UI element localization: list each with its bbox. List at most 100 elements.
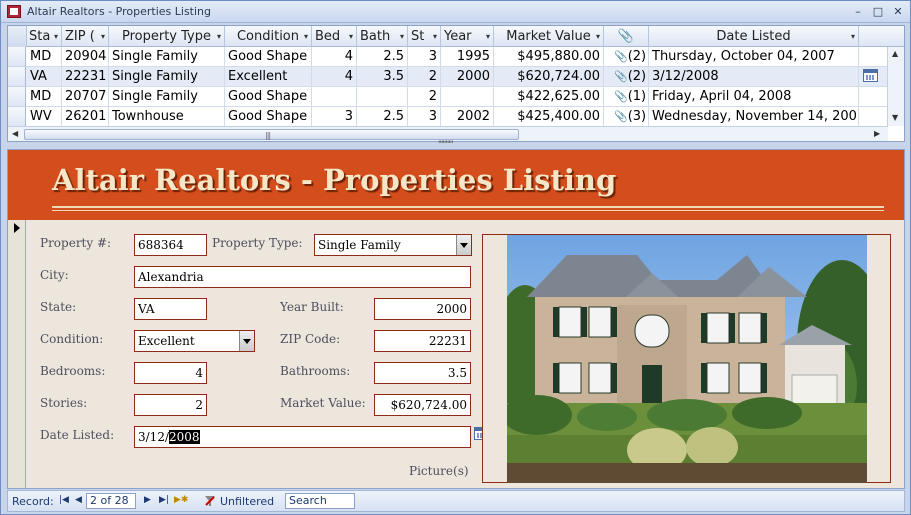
table-cell-st[interactable]: 2 (408, 67, 441, 87)
table-cell-bath[interactable]: 2.5 (357, 107, 408, 127)
table-cell-attach[interactable]: 📎(1) (604, 87, 649, 107)
column-header-bed[interactable]: Bed ▾ (312, 26, 357, 47)
first-record-button[interactable]: |◀ (59, 495, 69, 505)
column-header-bath[interactable]: Bath ▾ (357, 26, 408, 47)
table-cell-type[interactable]: Single Family (109, 67, 225, 87)
year-built-field[interactable]: 2000 (374, 298, 471, 320)
table-cell-type[interactable]: Single Family (109, 87, 225, 107)
table-cell-bed[interactable]: 4 (312, 47, 357, 67)
table-cell-value[interactable]: $422,625.00 (494, 87, 604, 107)
table-cell-year[interactable]: 1995 (441, 47, 494, 67)
table-row[interactable]: MD 20707 Single Family Good Shape 2 $422,625.… (8, 87, 888, 107)
property-num-field[interactable]: 688364 (134, 234, 207, 256)
table-cell-year[interactable] (441, 87, 494, 107)
minimize-button[interactable]: – (850, 4, 866, 20)
table-row[interactable]: VA 22231 Single Family Excellent 4 3.5 2 2000 $6… (8, 67, 888, 87)
table-cell-condition[interactable]: Good Shape (225, 107, 312, 127)
column-header-market-value[interactable]: Market Value ▾ (494, 26, 604, 47)
table-cell-bath[interactable]: 3.5 (357, 67, 408, 87)
table-cell-condition[interactable]: Good Shape (225, 47, 312, 67)
table-cell-attach[interactable]: 📎(3) (604, 107, 649, 127)
table-cell-bed[interactable]: 4 (312, 67, 357, 87)
table-cell-condition[interactable]: Good Shape (225, 87, 312, 107)
scroll-up-arrow-icon[interactable]: ▲ (892, 49, 898, 58)
scroll-down-arrow-icon[interactable]: ▼ (892, 113, 898, 122)
scroll-left-arrow-icon[interactable]: ◀ (12, 129, 18, 138)
table-cell-zip[interactable]: 26201 (62, 107, 109, 127)
column-header-date-listed[interactable]: Date Listed ▾ (649, 26, 859, 47)
table-cell-attach[interactable]: 📎(2) (604, 47, 649, 67)
table-row[interactable]: MD 20904 Single Family Good Shape 4 2.5 3 1995 $… (8, 47, 888, 67)
column-header-condition[interactable]: Condition ▾ (225, 26, 312, 47)
table-cell-value[interactable]: $620,724.00 (494, 67, 604, 87)
state-field[interactable]: VA (134, 298, 207, 320)
table-cell-zip[interactable]: 20707 (62, 87, 109, 107)
table-cell-st[interactable]: 2 (408, 87, 441, 107)
column-header-year[interactable]: Year ▾ (441, 26, 494, 47)
new-record-button[interactable]: ▶✱ (174, 495, 188, 505)
vertical-scrollbar[interactable]: ▲ ▼ (887, 47, 904, 126)
bathrooms-field[interactable]: 3.5 (374, 362, 471, 384)
close-button[interactable]: ✕ (890, 4, 906, 20)
row-selector[interactable] (8, 87, 26, 107)
table-cell-zip[interactable]: 20904 (62, 47, 109, 67)
maximize-button[interactable]: □ (870, 4, 886, 20)
column-header-state[interactable]: Sta ▾ (27, 26, 62, 47)
last-record-button[interactable]: ▶| (159, 495, 169, 505)
table-cell-bath[interactable] (357, 87, 408, 107)
record-selector[interactable] (8, 220, 26, 488)
split-bar[interactable]: '''''''''' (1, 140, 910, 150)
table-cell-state[interactable]: MD (27, 47, 62, 67)
house-photo[interactable] (507, 235, 867, 483)
table-cell-type[interactable]: Townhouse (109, 107, 225, 127)
scroll-right-arrow-icon[interactable]: ▶ (874, 129, 880, 138)
row-selector[interactable] (8, 107, 26, 127)
stories-field[interactable]: 2 (134, 394, 207, 416)
table-cell-year[interactable]: 2000 (441, 67, 494, 87)
bedrooms-field[interactable]: 4 (134, 362, 207, 384)
table-cell-st[interactable]: 3 (408, 47, 441, 67)
column-header-attachments[interactable]: 📎 (604, 26, 649, 47)
table-cell-date[interactable]: Thursday, October 04, 2007 (649, 47, 859, 67)
zip-field[interactable]: 22231 (374, 330, 471, 352)
table-cell-type[interactable]: Single Family (109, 47, 225, 67)
table-cell-st[interactable]: 3 (408, 107, 441, 127)
table-cell-date[interactable]: Friday, April 04, 2008 (649, 87, 859, 107)
condition-combo[interactable]: Excellent (134, 330, 255, 352)
table-cell-zip[interactable]: 22231 (62, 67, 109, 87)
table-cell-bed[interactable] (312, 87, 357, 107)
market-value-field[interactable]: $620,724.00 (374, 394, 471, 416)
column-header-zip[interactable]: ZIP (▾ (62, 26, 109, 47)
table-cell-date[interactable]: 3/12/2008 (649, 67, 859, 87)
table-cell-condition[interactable]: Excellent (225, 67, 312, 87)
filter-status-button[interactable]: Unfiltered (220, 495, 274, 508)
table-cell-state[interactable]: VA (27, 67, 62, 87)
city-field[interactable]: Alexandria (134, 266, 471, 288)
table-cell-year[interactable]: 2002 (441, 107, 494, 127)
property-type-combo[interactable]: Single Family (314, 234, 472, 256)
table-cell-state[interactable]: WV (27, 107, 62, 127)
date-listed-field[interactable]: 3/12/2008 (134, 426, 471, 448)
current-record-field[interactable]: 2 of 28 (86, 493, 136, 509)
table-cell-value[interactable]: $495,880.00 (494, 47, 604, 67)
next-record-button[interactable]: ▶ (144, 495, 151, 505)
row-selector[interactable] (8, 67, 26, 87)
calendar-icon[interactable] (863, 69, 878, 82)
column-header-property-type[interactable]: Property Type ▾ (109, 26, 225, 47)
table-cell-bed[interactable]: 3 (312, 107, 357, 127)
previous-record-button[interactable]: ◀ (75, 495, 82, 505)
table-cell-attach[interactable]: 📎(2) (604, 67, 649, 87)
table-cell-value[interactable]: $425,400.00 (494, 107, 604, 127)
pictures-attachment-control[interactable] (482, 234, 891, 483)
search-input[interactable]: Search (285, 493, 355, 509)
scroll-thumb[interactable]: ||| (24, 129, 519, 140)
select-all-corner[interactable] (8, 26, 27, 47)
column-header-stories[interactable]: St ▾ (408, 26, 441, 47)
dropdown-arrow-icon[interactable] (239, 331, 254, 351)
table-cell-state[interactable]: MD (27, 87, 62, 107)
table-cell-bath[interactable]: 2.5 (357, 47, 408, 67)
dropdown-arrow-icon[interactable] (456, 235, 471, 255)
table-row[interactable]: WV 26201 Townhouse Good Shape 3 2.5 3 2002 $425,… (8, 107, 888, 127)
table-cell-date[interactable]: Wednesday, November 14, 2007 (649, 107, 859, 127)
row-selector[interactable] (8, 47, 26, 67)
